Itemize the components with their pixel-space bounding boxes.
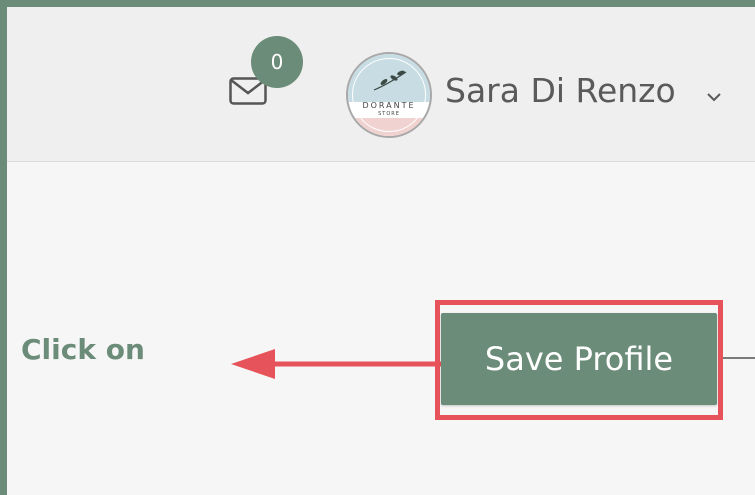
arrow-left-icon xyxy=(231,349,443,379)
avatar-brand: DORANTE xyxy=(362,101,416,110)
chevron-down-icon[interactable] xyxy=(707,89,721,102)
user-name[interactable]: Sara Di Renzo xyxy=(445,71,676,110)
top-header: 0 DORANTE STORE Sara Di Renzo xyxy=(7,7,755,162)
app-frame: 0 DORANTE STORE Sara Di Renzo Click on S… xyxy=(0,0,755,495)
instruction-text: Click on xyxy=(21,333,145,366)
connector-line xyxy=(723,357,755,359)
leaf-icon xyxy=(373,70,407,91)
save-profile-button[interactable]: Save Profile xyxy=(441,313,717,405)
notification-badge: 0 xyxy=(251,36,303,88)
avatar[interactable]: DORANTE STORE xyxy=(346,52,432,138)
avatar-brand-sub: STORE xyxy=(378,111,400,117)
